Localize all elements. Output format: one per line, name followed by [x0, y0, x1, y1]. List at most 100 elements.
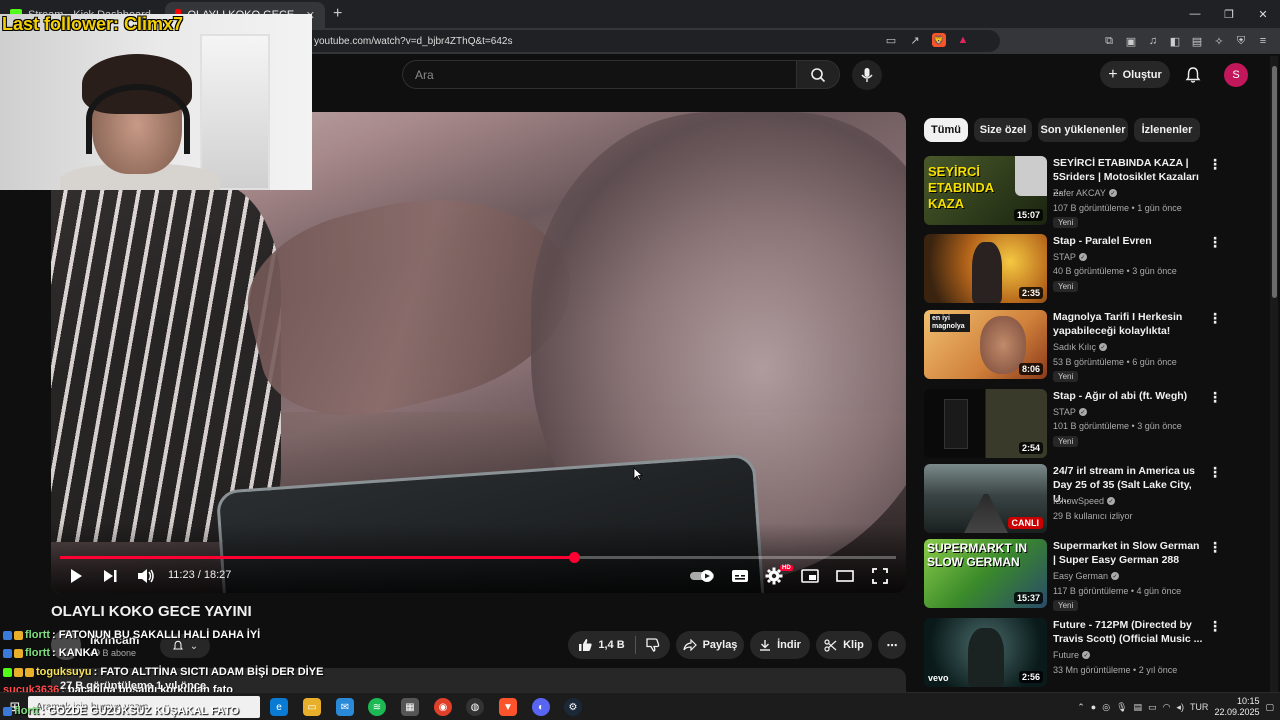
volume-button[interactable]	[136, 566, 156, 586]
thumbnail[interactable]: CANLI	[924, 464, 1047, 533]
spotify-icon[interactable]: ≋	[368, 698, 386, 716]
wallet-icon[interactable]: ▤	[1190, 34, 1204, 48]
chat-text: : FATO ALTTİNA SICTI ADAM BİŞİ DER DİYE	[93, 666, 324, 678]
chip-for-you[interactable]: Size özel	[974, 118, 1032, 142]
thumbnail[interactable]: 2:54	[924, 389, 1047, 458]
vpn-icon[interactable]: ⛨	[1234, 34, 1248, 48]
thumbnail[interactable]: SEYİRCİ ETABINDA KAZA 15:07	[924, 156, 1047, 225]
language-indicator[interactable]: TUR	[1190, 702, 1209, 712]
system-clock[interactable]: 10:15 22.09.2025	[1214, 696, 1259, 718]
screenshot-icon[interactable]: ▣	[1124, 34, 1138, 48]
autoplay-toggle[interactable]	[688, 566, 716, 586]
kebab-menu-icon[interactable]: ⋮	[1208, 389, 1222, 406]
miniplayer-button[interactable]	[800, 566, 820, 586]
recommendation-channel[interactable]: STAP ✓	[1053, 407, 1087, 417]
voice-search-button[interactable]	[852, 60, 882, 90]
thumbnail[interactable]: 2:35	[924, 234, 1047, 303]
recommendation-channel[interactable]: IShowSpeed ✓	[1053, 496, 1116, 506]
edge-icon[interactable]: e	[270, 698, 288, 716]
chrome-icon[interactable]: ◉	[434, 698, 452, 716]
kebab-menu-icon[interactable]: ⋮	[1208, 310, 1222, 327]
chip-all[interactable]: Tümü	[924, 118, 968, 142]
like-icon[interactable]	[578, 638, 592, 652]
scrollbar-thumb[interactable]	[1272, 66, 1277, 298]
thumbnail[interactable]: en iyi magnolya 8:06	[924, 310, 1047, 379]
recommendation-item[interactable]: vevo 2:56 Future - 712PM (Directed by Tr…	[924, 618, 1264, 688]
like-count[interactable]: 1,4 B	[598, 639, 624, 651]
mail-icon[interactable]: ✉	[336, 698, 354, 716]
progress-bar[interactable]	[60, 552, 896, 563]
kebab-menu-icon[interactable]: ⋮	[1208, 539, 1222, 556]
duration-badge: 2:35	[1018, 287, 1043, 299]
notifications-icon[interactable]: ▢	[1265, 702, 1274, 713]
vevo-logo: vevo	[928, 673, 949, 683]
brave-shields-icon[interactable]: 🦁	[932, 33, 946, 47]
tray-app-icon[interactable]: ●	[1091, 702, 1096, 712]
play-button[interactable]	[66, 566, 86, 586]
recommendation-title[interactable]: Supermarket in Slow German | Super Easy …	[1053, 539, 1203, 567]
recommendation-item[interactable]: SEYİRCİ ETABINDA KAZA 15:07 SEYİRCİ ETAB…	[924, 156, 1264, 228]
recommendation-channel[interactable]: Zafer AKCAY ✓	[1053, 188, 1117, 198]
thumbnail[interactable]: SUPERMARKT IN SLOW GERMAN 15:37	[924, 539, 1047, 608]
tray-microphone-icon[interactable]: 🎙	[1116, 702, 1127, 713]
share-button[interactable]: Paylaş	[676, 631, 744, 659]
kebab-menu-icon[interactable]: ⋮	[1208, 464, 1222, 481]
recommendation-channel[interactable]: Easy German ✓	[1053, 571, 1120, 581]
chip-recently-uploaded[interactable]: Son yüklenenler	[1038, 118, 1128, 142]
file-explorer-icon[interactable]: ▭	[303, 698, 321, 716]
recommendation-channel[interactable]: STAP ✓	[1053, 252, 1087, 262]
download-button[interactable]: İndir	[750, 631, 810, 659]
chip-watched[interactable]: İzlenenler	[1134, 118, 1200, 142]
tray-app-icon[interactable]: ▤	[1134, 702, 1143, 713]
recommendation-title[interactable]: Future - 712PM (Directed by Travis Scott…	[1053, 618, 1203, 646]
extensions-icon[interactable]: ⧉	[1102, 34, 1116, 48]
thumbnail[interactable]: vevo 2:56	[924, 618, 1047, 687]
theater-mode-button[interactable]	[835, 566, 855, 586]
subtitles-button[interactable]	[730, 566, 750, 586]
next-button[interactable]	[101, 566, 121, 586]
obs-icon[interactable]: ◍	[466, 698, 484, 716]
kebab-menu-icon[interactable]: ⋮	[1208, 618, 1222, 635]
recommendation-channel[interactable]: Future ✓	[1053, 650, 1091, 660]
menu-icon[interactable]: ≡	[1256, 34, 1270, 48]
recommendation-item[interactable]: en iyi magnolya 8:06 Magnolya Tarifi I H…	[924, 310, 1264, 382]
fullscreen-button[interactable]	[870, 566, 890, 586]
brave-icon[interactable]: ▼	[499, 698, 517, 716]
recommendation-item[interactable]: SUPERMARKT IN SLOW GERMAN 15:37 Supermar…	[924, 539, 1264, 611]
more-actions-button[interactable]: ⋯	[878, 631, 906, 659]
steam-icon[interactable]: ⚙	[564, 698, 582, 716]
dislike-icon[interactable]	[645, 638, 660, 652]
battery-icon[interactable]: ▭	[1148, 702, 1157, 713]
recommendation-channel[interactable]: Sadık Kılıç ✓	[1053, 342, 1108, 352]
clip-button[interactable]: Klip	[816, 631, 872, 659]
notifications-bell-icon[interactable]	[1184, 66, 1202, 84]
create-button[interactable]: + Oluştur	[1100, 61, 1170, 88]
recommendation-item[interactable]: 2:54 Stap - Ağır ol abi (ft. Wegh) STAP ✓…	[924, 389, 1264, 459]
cast-icon[interactable]: ▭	[884, 33, 898, 47]
search-button[interactable]	[796, 60, 840, 89]
kebab-menu-icon[interactable]: ⋮	[1208, 234, 1222, 251]
account-avatar[interactable]: S	[1224, 63, 1248, 87]
close-window-icon[interactable]: ✕	[1246, 0, 1280, 28]
discord-icon[interactable]: ◐	[532, 698, 550, 716]
tray-chevron-up-icon[interactable]: ⌃	[1077, 702, 1085, 713]
wifi-icon[interactable]: ◠	[1163, 702, 1171, 713]
new-tab-button[interactable]: +	[333, 5, 342, 23]
recommendation-item[interactable]: CANLI 24/7 irl stream in America us Day …	[924, 464, 1264, 534]
leo-icon[interactable]: ✧	[1212, 34, 1226, 48]
recommendation-item[interactable]: 2:35 Stap - Paralel Evren STAP ✓ 40 B gör…	[924, 234, 1264, 304]
recommendation-title[interactable]: Magnolya Tarifi I Herkesin yapabileceği …	[1053, 310, 1203, 338]
tray-app-icon[interactable]: ◎	[1102, 702, 1110, 713]
share-icon[interactable]: ↗	[908, 33, 922, 47]
recommendation-title[interactable]: Stap - Ağır ol abi (ft. Wegh)	[1053, 389, 1203, 403]
calculator-icon[interactable]: ▦	[401, 698, 419, 716]
volume-tray-icon[interactable]: ◂)	[1176, 702, 1184, 713]
search-input[interactable]: Ara	[402, 60, 796, 89]
restore-icon[interactable]: ❐	[1212, 0, 1246, 28]
sidebar-icon[interactable]: ◧	[1168, 34, 1182, 48]
kebab-menu-icon[interactable]: ⋮	[1208, 156, 1222, 173]
minimize-icon[interactable]: —	[1178, 0, 1212, 28]
brave-rewards-icon[interactable]: ▲	[956, 33, 970, 47]
media-icon[interactable]: ♫	[1146, 34, 1160, 48]
recommendation-title[interactable]: Stap - Paralel Evren	[1053, 234, 1203, 248]
